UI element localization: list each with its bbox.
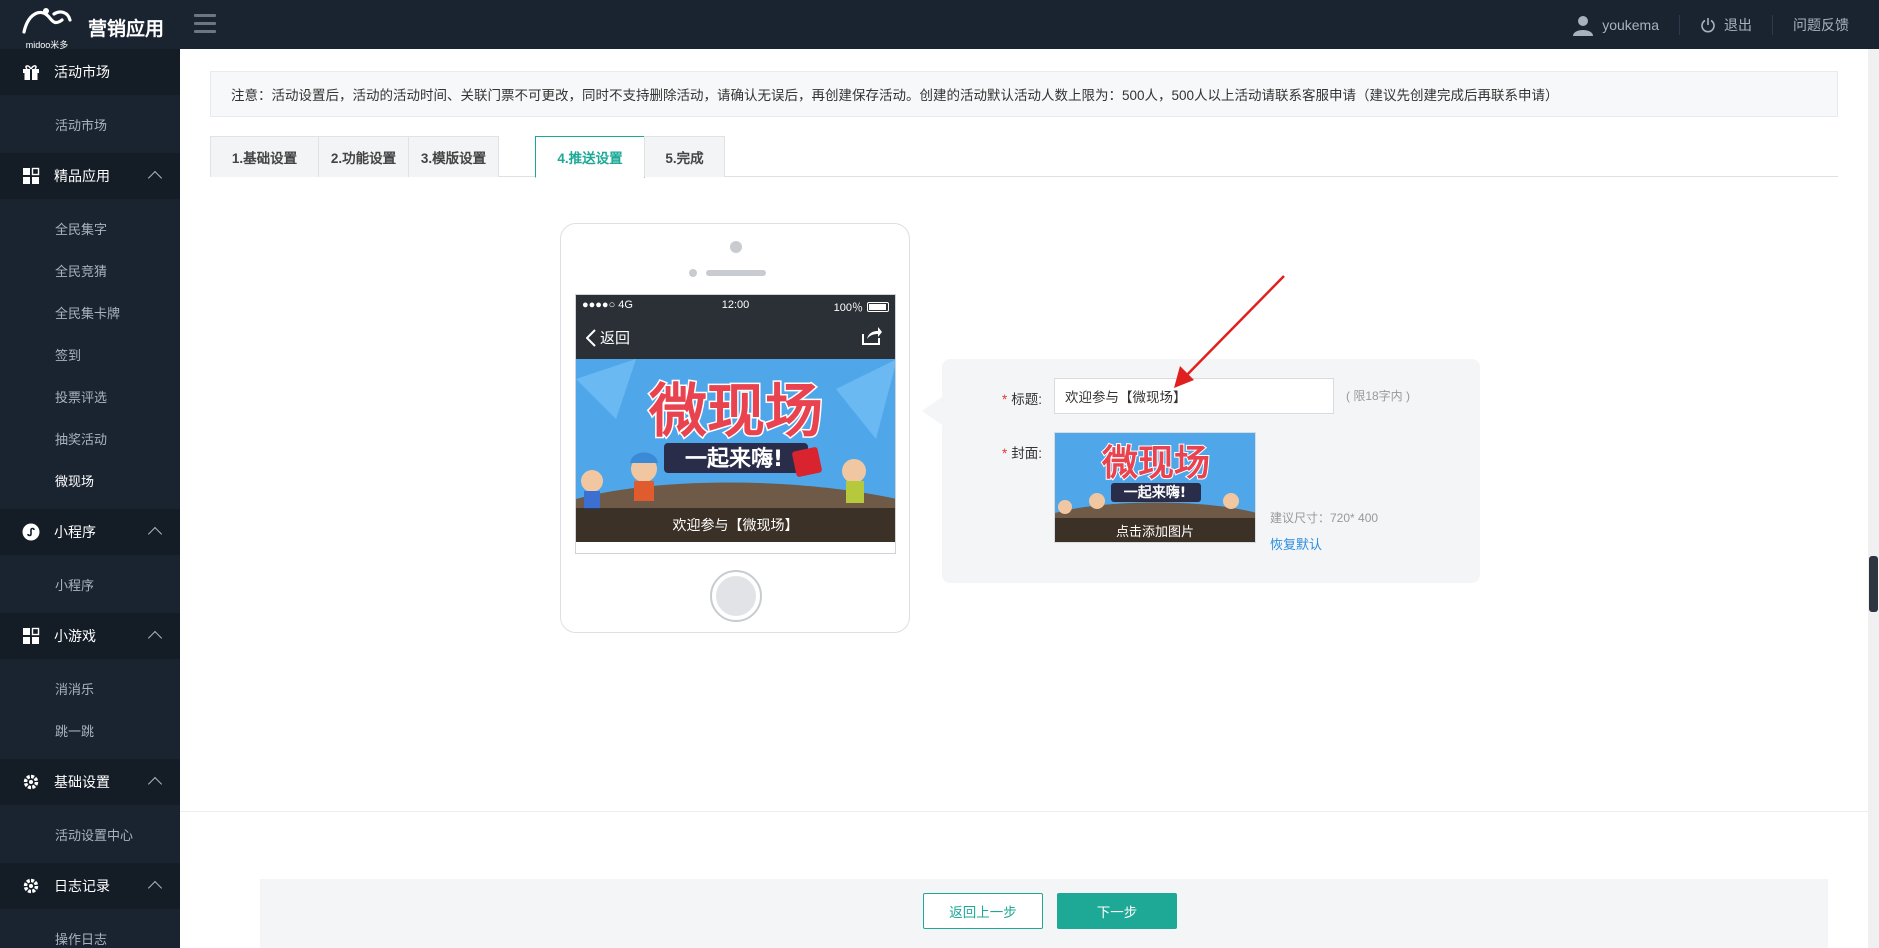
share-icon[interactable] (861, 326, 883, 350)
sidebar-item-activity-market[interactable]: 活动市场 (0, 103, 180, 145)
cover-subtitle: 一起来嗨! (1124, 484, 1186, 501)
sidebar-item-tiaoyitiao[interactable]: 跳一跳 (0, 709, 180, 751)
miniprogram-icon (22, 523, 40, 541)
feedback-link[interactable]: 问题反馈 (1773, 15, 1849, 35)
sidebar-section-basic-settings[interactable]: 基础设置 (0, 759, 180, 805)
title-field-label: * 标题: (1002, 392, 1043, 407)
grid-icon (22, 627, 40, 645)
power-icon (1701, 17, 1715, 32)
chevron-up-icon (147, 170, 163, 186)
banner-title: 微现场 (648, 377, 823, 445)
phone-nav-bar: 返回 (576, 315, 895, 359)
menu-toggle-icon[interactable] (194, 14, 216, 34)
sidebar-item-quanmin-jingcai[interactable]: 全民竞猜 (0, 249, 180, 291)
sidebar-item-voting[interactable]: 投票评选 (0, 375, 180, 417)
required-mark: * (1002, 446, 1008, 461)
chevron-left-icon (586, 328, 596, 347)
sidebar: 活动市场 活动市场 精品应用 全民集字 全民竞猜 全民集卡牌 签到 投票评选 抽… (0, 49, 180, 948)
footer-actions: 返回上一步 下一步 (260, 879, 1828, 948)
sidebar-item-quanmin-jikapai[interactable]: 全民集卡牌 (0, 291, 180, 333)
previous-step-button[interactable]: 返回上一步 (923, 893, 1043, 929)
app-title: 营销应用 (88, 19, 165, 40)
top-right-actions: youkema 退出 问题反馈 (1552, 0, 1849, 49)
cover-caption: 点击添加图片 (1055, 518, 1255, 542)
gift-icon (22, 63, 40, 81)
required-mark: * (1002, 392, 1008, 407)
phone-preview: ●●●●○ 4G 12:00 100％ 返回 微现场 一起来嗨! 欢迎参与【微现… (560, 223, 910, 633)
gear-icon (22, 877, 40, 895)
annotation-arrow (1174, 275, 1285, 388)
sidebar-section-logs[interactable]: 日志记录 (0, 863, 180, 909)
sidebar-section-label: 日志记录 (54, 878, 110, 894)
sidebar-section-label: 精品应用 (54, 168, 110, 184)
user-menu[interactable]: youkema (1552, 14, 1680, 36)
main-content: 注意：活动设置后，活动的活动时间、关联门票不可更改，同时不支持删除活动，请确认无… (180, 49, 1868, 948)
panel-pointer (922, 397, 942, 425)
sidebar-section-activity-market[interactable]: 活动市场 (0, 49, 180, 95)
logout-label: 退出 (1724, 16, 1752, 33)
cover-upload[interactable]: 微现场 一起来嗨! 点击添加图片 (1054, 432, 1256, 543)
phone-home-button (710, 570, 762, 622)
phone-back-button[interactable]: 返回 (586, 327, 630, 348)
sidebar-item-weixianchang[interactable]: 微现场 (0, 459, 180, 501)
chevron-up-icon (147, 630, 163, 646)
restore-default-link[interactable]: 恢复默认 (1270, 534, 1322, 553)
gear-icon (22, 773, 40, 791)
top-bar: midoo米多 营销应用 youkema 退出 问题反馈 (0, 0, 1879, 50)
logout-button[interactable]: 退出 (1680, 14, 1773, 35)
phone-status-bar: ●●●●○ 4G 12:00 100％ (576, 295, 895, 315)
chevron-up-icon (147, 776, 163, 792)
sidebar-item-lottery[interactable]: 抽奖活动 (0, 417, 180, 459)
sidebar-item-xiaoxiaole[interactable]: 消消乐 (0, 667, 180, 709)
cover-field-label: * 封面: (1002, 446, 1043, 461)
phone-screen: ●●●●○ 4G 12:00 100％ 返回 微现场 一起来嗨! 欢迎参与【微现… (575, 294, 896, 554)
sidebar-section-label: 活动市场 (54, 64, 110, 80)
tab-finish[interactable]: 5.完成 (644, 136, 725, 177)
phone-camera (730, 241, 742, 253)
chevron-up-icon (147, 526, 163, 542)
sidebar-section-minigames[interactable]: 小游戏 (0, 613, 180, 659)
page-scrollbar[interactable] (1868, 49, 1879, 948)
sidebar-item-checkin[interactable]: 签到 (0, 333, 180, 375)
phone-back-label: 返回 (600, 330, 631, 347)
sidebar-section-miniprogram[interactable]: 小程序 (0, 509, 180, 555)
banner-subtitle: 一起来嗨! (685, 446, 783, 472)
sidebar-item-miniprogram[interactable]: 小程序 (0, 563, 180, 605)
step-tabs: 1.基础设置 2.功能设置 3.模版设置 4.推送设置 5.完成 (210, 136, 1838, 178)
phone-speaker (706, 270, 766, 276)
sidebar-section-label: 基础设置 (54, 774, 110, 790)
banner-caption: 欢迎参与【微现场】 (576, 508, 895, 542)
cover-size-hint: 建议尺寸：720* 400 (1270, 511, 1379, 525)
phone-banner-image: 微现场 一起来嗨! 欢迎参与【微现场】 (576, 359, 895, 542)
feedback-label: 问题反馈 (1793, 16, 1849, 33)
sidebar-item-quanmin-jizi[interactable]: 全民集字 (0, 207, 180, 249)
tab-push-settings[interactable]: 4.推送设置 (535, 136, 645, 178)
sidebar-section-premium-apps[interactable]: 精品应用 (0, 153, 180, 199)
chevron-up-icon (147, 880, 163, 896)
next-step-button[interactable]: 下一步 (1057, 893, 1177, 929)
username: youkema (1602, 16, 1659, 33)
grid-icon (22, 167, 40, 185)
title-limit-hint: ( 限18字内 ) (1346, 389, 1411, 403)
tab-function-settings[interactable]: 2.功能设置 (318, 136, 409, 177)
cover-title: 微现场 (1101, 443, 1210, 484)
phone-sensor (689, 269, 697, 277)
notice-banner: 注意：活动设置后，活动的活动时间、关联门票不可更改，同时不支持删除活动，请确认无… (210, 71, 1838, 117)
scrollbar-thumb[interactable] (1869, 556, 1878, 612)
battery-percent: 100％ (833, 302, 863, 314)
sidebar-section-label: 小游戏 (54, 628, 96, 644)
sidebar-item-activity-settings-center[interactable]: 活动设置中心 (0, 813, 180, 855)
tab-basic-settings[interactable]: 1.基础设置 (210, 136, 319, 177)
midoo-logo[interactable]: midoo米多 (18, 6, 76, 50)
sidebar-section-label: 小程序 (54, 524, 96, 540)
tab-template-settings[interactable]: 3.模版设置 (408, 136, 499, 177)
battery-icon (867, 302, 889, 312)
sidebar-item-operation-log[interactable]: 操作日志 (0, 917, 180, 948)
user-icon (1573, 15, 1594, 36)
content-divider (180, 811, 1868, 812)
